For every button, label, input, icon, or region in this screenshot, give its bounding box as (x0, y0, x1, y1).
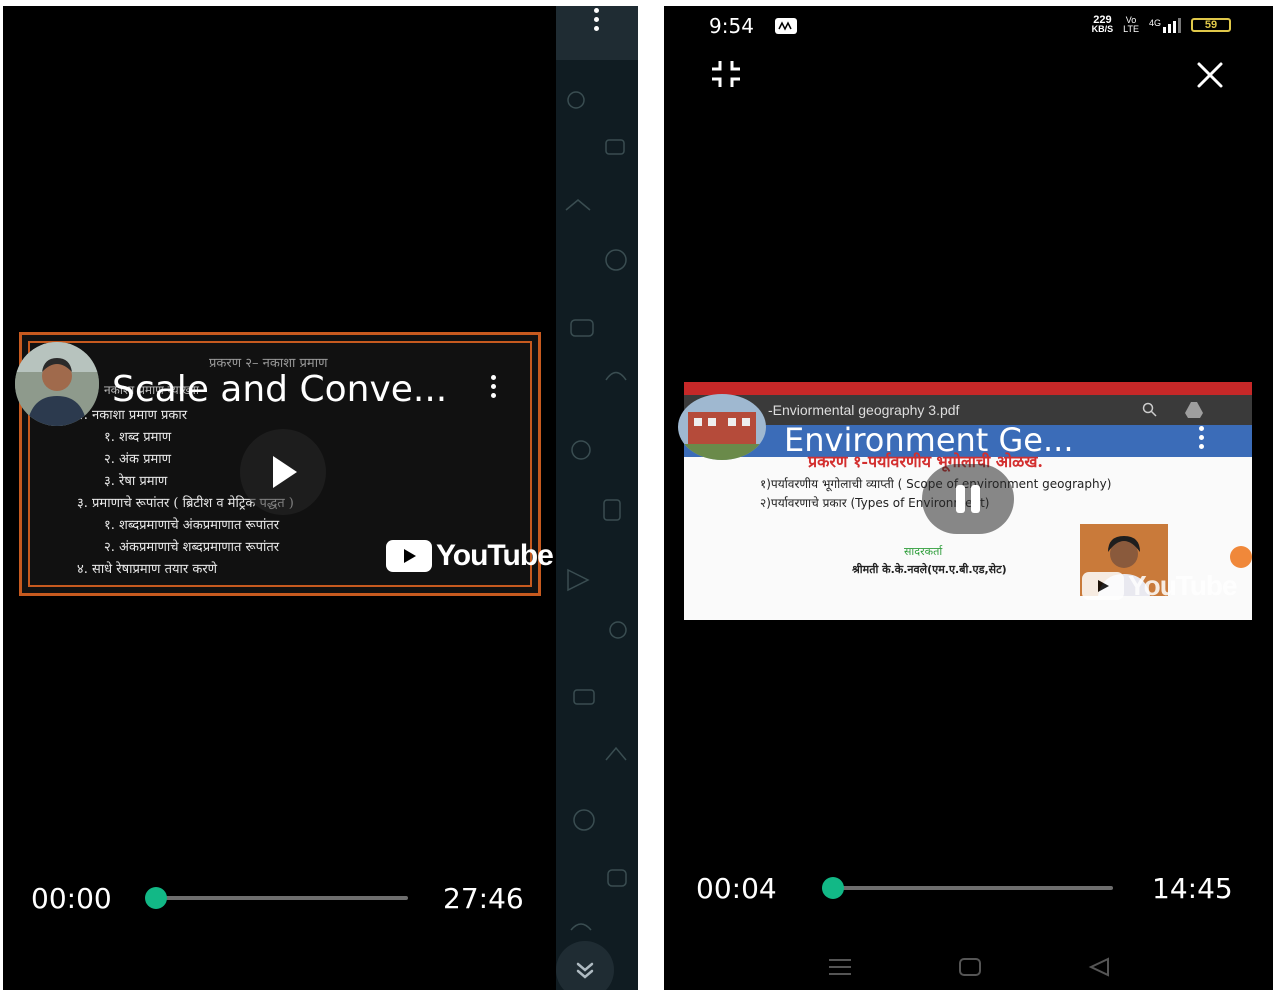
scroll-down-button[interactable] (556, 941, 614, 990)
search-icon (1142, 402, 1157, 417)
back-icon[interactable] (1087, 957, 1111, 977)
duration: 27:46 (443, 882, 524, 915)
youtube-logo[interactable]: YouTube (386, 539, 554, 573)
youtube-wordmark: YouTube (436, 539, 554, 572)
app-notification-icon (775, 18, 797, 34)
floating-bubble[interactable] (1230, 546, 1252, 568)
slide-line: ३. रेषा प्रमाण (104, 474, 168, 489)
slide-top-bar (684, 382, 1252, 395)
person-photo (15, 342, 99, 426)
drive-icon (1185, 402, 1203, 418)
volte-indicator: Vo LTE (1123, 15, 1139, 34)
chat-header-bar (556, 6, 638, 60)
current-time: 00:04 (696, 872, 777, 905)
signal-icon: 4G (1149, 17, 1181, 33)
presenter-label: सादरकर्ता (904, 545, 943, 558)
slide-line: १. शब्द प्रमाण (104, 430, 172, 445)
youtube-icon (386, 540, 432, 572)
status-time: 9:54 (709, 14, 754, 38)
more-vert-icon[interactable] (594, 8, 600, 34)
exit-fullscreen-icon[interactable] (710, 60, 742, 88)
duration: 14:45 (1152, 872, 1233, 905)
doodle-pattern (565, 91, 627, 931)
pdf-name: -Enviormental geography 3.pdf (768, 402, 960, 418)
menu-icon[interactable] (827, 957, 853, 977)
battery-icon: 59 (1191, 18, 1231, 32)
seek-track[interactable] (153, 896, 408, 900)
slide-line: १. शब्दप्रमाणाचे अंकप्रमाणात रूपांतर (104, 518, 280, 533)
play-button[interactable] (240, 429, 326, 515)
slide-line: २. अंकप्रमाणाचे शब्दप्रमाणात रूपांतर (104, 540, 280, 555)
video-title: Environment Ge... (784, 421, 1074, 459)
left-video-player-screen: प्रकरण २– नकाशा प्रमाण नकाशा प्रमाण व्या… (3, 6, 638, 990)
play-icon (273, 456, 297, 488)
more-vert-icon[interactable] (1199, 426, 1205, 452)
seek-knob[interactable] (822, 877, 844, 899)
close-icon[interactable] (1196, 61, 1224, 89)
channel-avatar[interactable] (15, 342, 99, 426)
system-nav-bar (664, 944, 1273, 990)
youtube-logo[interactable]: YouTube (1082, 570, 1238, 602)
youtube-icon (1082, 572, 1124, 600)
pause-icon (956, 485, 980, 513)
video-frame[interactable]: -Enviormental geography 3.pdf प्रकरण १-प… (684, 382, 1252, 620)
seek-track[interactable] (832, 886, 1113, 890)
video-title: Scale and Conve... (112, 369, 448, 410)
slide-line: २. अंक प्रमाण (104, 452, 172, 467)
chat-background-strip (556, 6, 638, 990)
chevrons-down-icon (576, 962, 594, 979)
home-icon[interactable] (958, 957, 982, 977)
more-vert-icon[interactable] (491, 375, 497, 401)
slide-line: ४. साधे रेषाप्रमाण तयार करणे (77, 562, 218, 577)
status-indicators: 229 KB/S Vo LTE 4G 59 (1091, 14, 1231, 34)
pause-button[interactable] (922, 464, 1014, 534)
play-triangle-icon (1098, 580, 1109, 592)
current-time: 00:00 (31, 882, 112, 915)
channel-avatar[interactable] (678, 394, 766, 460)
building-photo (678, 394, 766, 460)
presenter-name: श्रीमती के.के.नवले(एम.ए.बी.एड,सेट) (852, 563, 1007, 576)
play-triangle-icon (404, 549, 416, 563)
data-rate: 229 KB/S (1091, 14, 1114, 34)
right-video-player-screen: 9:54 229 KB/S Vo LTE 4G 59 -Enviormental… (664, 6, 1273, 990)
youtube-wordmark: YouTube (1128, 570, 1238, 601)
seek-knob[interactable] (145, 887, 167, 909)
